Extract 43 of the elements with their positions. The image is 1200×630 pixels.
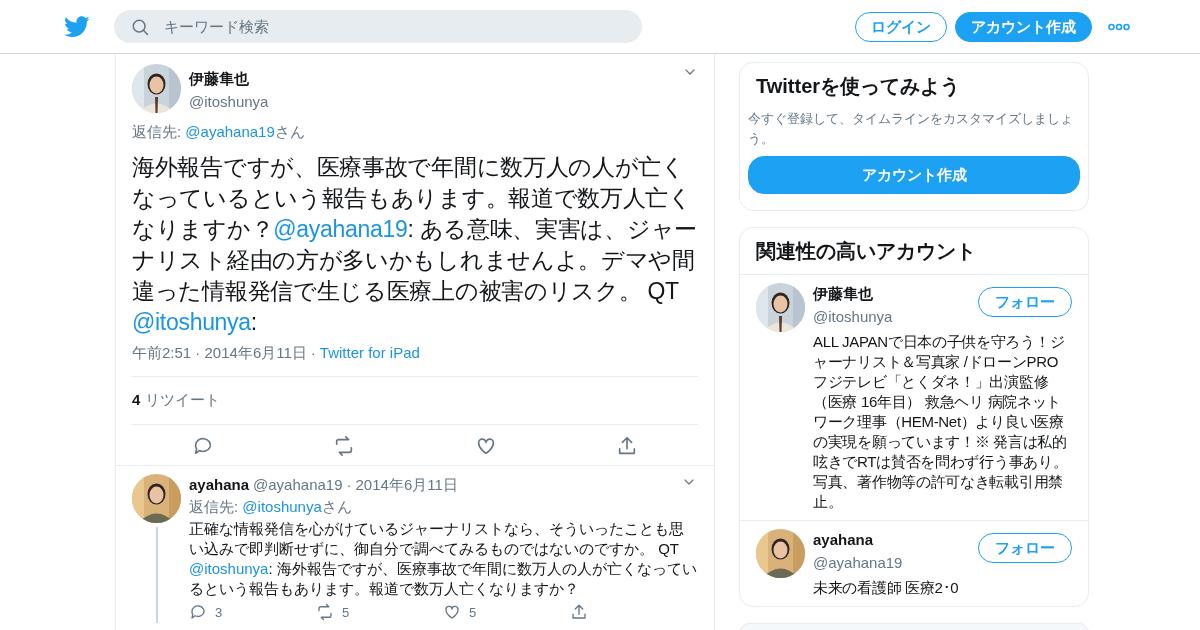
action-count: 3	[215, 603, 223, 622]
tweet-text: 海外報告ですが、医療事故で年間に数万人の人が亡くなっているという報告もあります。報道で数万人亡くなりますか？@ayahana19: ある意味、実害は、ジャーナリスト経由の方が多いかもしれませんよ。デマや間違った情報発信で生じる医療上の被害のリスク。 QT @itoshunya:	[132, 152, 698, 337]
user-handle[interactable]: @itoshunya	[189, 90, 674, 113]
card-title: Twitterを使ってみよう	[755, 74, 962, 99]
link[interactable]: @itoshunya	[242, 498, 322, 515]
share-icon[interactable]	[570, 602, 588, 621]
user-handle[interactable]: @itoshunya	[813, 305, 893, 329]
user-bio: 未来の看護師 医療2･0	[813, 578, 960, 599]
reply-to-text: 返信先: @itoshunyaさん	[189, 497, 353, 517]
search-icon	[130, 17, 150, 37]
follow-button[interactable]: フォロー	[978, 287, 1072, 318]
signup-text: 今すぐ登録して、タイムラインをカスタマイズしましょう。	[748, 110, 1074, 148]
user-name[interactable]: ayahana	[813, 529, 903, 552]
login-button[interactable]: ログイン	[855, 11, 947, 42]
timestamp[interactable]: 2014年6月11日	[355, 473, 458, 496]
link[interactable]: Twitter for iPad	[319, 341, 420, 364]
action-count: 5	[342, 603, 350, 622]
signup-button[interactable]: アカウント作成	[748, 156, 1080, 195]
card-title: 関連性の高いアカウント	[755, 239, 977, 265]
user-name[interactable]: 伊藤隼也	[813, 283, 893, 306]
link[interactable]: @ayahana19	[185, 123, 275, 140]
bird-logo-icon[interactable]	[64, 15, 90, 38]
tweet-text: 正確な情報発信を心がけているジャーナリストなら、そういったことも思い込みで即判断せずに、御自分で調べてみるものではないのですか。 QT @itoshunya: 海外報告ですが、医療事故で年間に数万人の人が亡くなっているという報告もあります。報道で数万人亡くなりますか？	[189, 518, 697, 599]
timestamp: ·	[310, 342, 316, 363]
reply-to-text: 返信先: @ayahana19さん	[132, 122, 306, 142]
user-name[interactable]: ayahana	[189, 473, 250, 496]
reply-icon[interactable]	[189, 602, 207, 621]
timestamp: 午前2:51 · 2014年6月11日	[132, 342, 307, 363]
user-handle[interactable]: @ayahana19	[253, 473, 343, 496]
more-icon[interactable]	[1108, 22, 1130, 31]
link[interactable]: @ayahana19	[273, 215, 408, 242]
retweet-count[interactable]: 4 リツイート	[132, 376, 698, 424]
link[interactable]: @itoshunya	[132, 308, 251, 335]
follow-button[interactable]: フォロー	[978, 533, 1072, 564]
search-field[interactable]: キーワード検索	[114, 10, 642, 43]
retweet-icon[interactable]	[316, 602, 334, 621]
link[interactable]: @itoshunya	[189, 559, 269, 577]
user-bio: ALL JAPANで日本の子供を守ろう！ジャーナリスト＆写真家 /ドローンPRO フジテレビ「とくダネ！」出演監修（医療 16年目） 救急ヘリ 病院ネットワーク理事（HEM-Net）より良い医療の実現を願っています！※ 発言は私的呟きでRTは賛否を問わず行う事あり。写真、著作物等の許可なき転載引用禁止。	[813, 332, 1069, 513]
user-handle[interactable]: @ayahana19	[813, 551, 903, 575]
action-count: 5	[469, 603, 477, 622]
signup-button[interactable]: アカウント作成	[955, 11, 1092, 42]
separator-dot: ·	[346, 474, 352, 495]
user-name[interactable]: 伊藤隼也	[189, 68, 674, 91]
